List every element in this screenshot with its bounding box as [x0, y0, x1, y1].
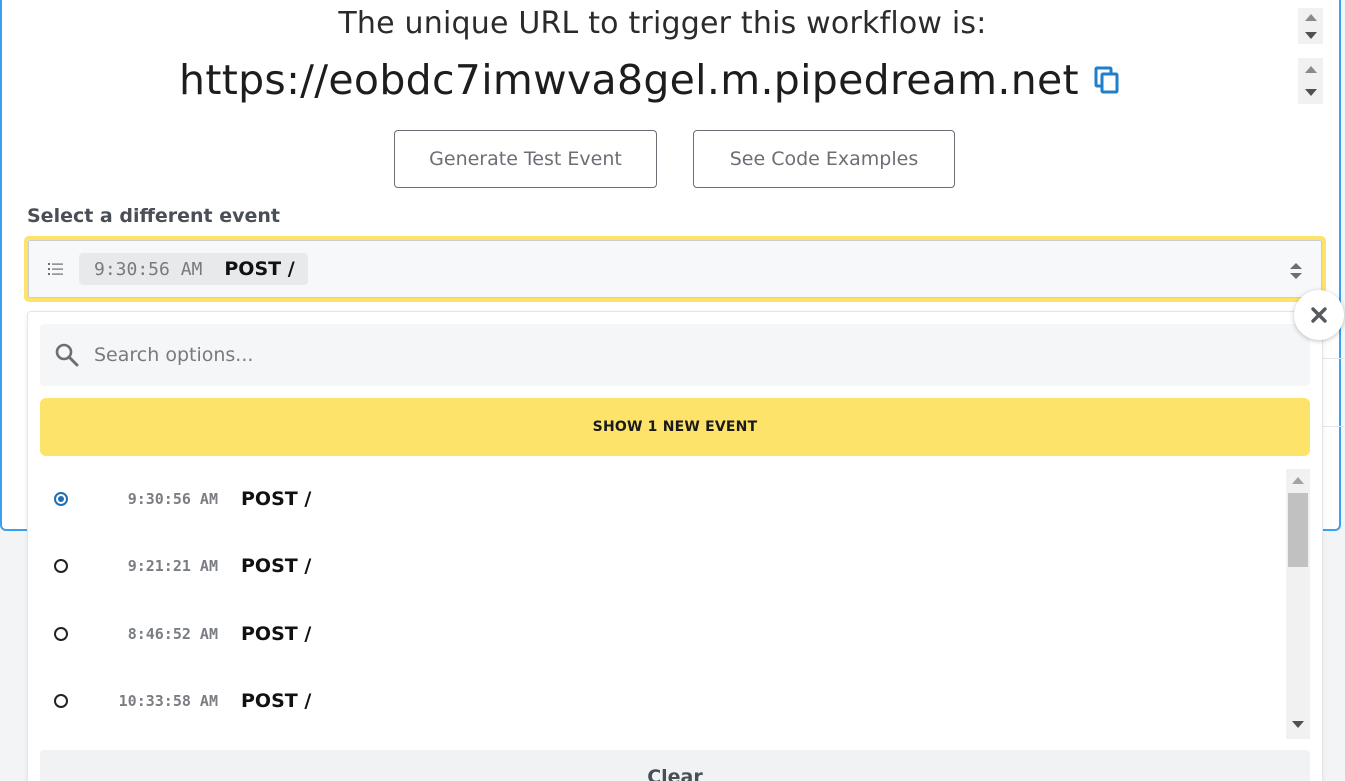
scrollbar-thumb[interactable]	[1288, 493, 1308, 567]
spinner-down-arrow-icon[interactable]	[1304, 89, 1317, 96]
trigger-url[interactable]: https://eobdc7imwva8gel.m.pipedream.net	[179, 56, 1079, 104]
event-radio[interactable]	[54, 694, 68, 709]
event-dropdown: SHOW 1 NEW EVENT 9:30:56 AM POST / 9:21:…	[27, 311, 1323, 781]
event-radio-selected[interactable]	[54, 491, 68, 506]
list-icon	[47, 261, 65, 277]
event-route: POST /	[241, 555, 312, 578]
close-button[interactable]	[1294, 290, 1344, 340]
selected-event-route: POST /	[224, 258, 295, 280]
url-row: https://eobdc7imwva8gel.m.pipedream.net	[0, 56, 1300, 104]
url-spinner-top[interactable]	[1298, 8, 1323, 44]
generate-test-event-button[interactable]: Generate Test Event	[394, 130, 657, 188]
clear-button[interactable]: Clear	[40, 750, 1310, 781]
event-route: POST /	[241, 690, 312, 713]
event-route: POST /	[241, 622, 312, 645]
show-new-event-button[interactable]: SHOW 1 NEW EVENT	[40, 398, 1310, 456]
event-list: 9:30:56 AM POST / 9:21:21 AM POST / 8:46…	[28, 465, 1284, 735]
event-radio[interactable]	[54, 626, 68, 641]
event-option[interactable]: 9:30:56 AM POST /	[28, 465, 1284, 533]
event-select-label: Select a different event	[27, 205, 281, 227]
search-bar[interactable]	[40, 324, 1310, 386]
search-input[interactable]	[92, 343, 1310, 367]
spinner-up-arrow-icon[interactable]	[1304, 66, 1317, 73]
event-select-control[interactable]: 9:30:56 AM POST /	[28, 240, 1322, 298]
url-spinner-bottom[interactable]	[1298, 58, 1323, 104]
event-time: 8:46:52 AM	[127, 624, 218, 643]
clear-button-label: Clear	[647, 766, 703, 781]
spinner-up-arrow-icon[interactable]	[1304, 13, 1317, 21]
event-list-scrollbar[interactable]	[1286, 469, 1310, 739]
event-time: 9:30:56 AM	[127, 489, 218, 508]
search-icon	[54, 342, 80, 368]
scroll-up-arrow-icon[interactable]	[1292, 477, 1304, 484]
selected-event-chip: 9:30:56 AM POST /	[79, 253, 308, 285]
event-route: POST /	[241, 487, 312, 510]
copy-icon[interactable]	[1093, 65, 1121, 95]
scroll-down-arrow-icon[interactable]	[1292, 721, 1304, 728]
event-select[interactable]: 9:30:56 AM POST /	[24, 236, 1326, 302]
page: The unique URL to trigger this workflow …	[0, 0, 1345, 781]
selected-event-time: 9:30:56 AM	[94, 258, 203, 280]
event-radio[interactable]	[54, 559, 68, 574]
divider	[1322, 426, 1344, 427]
event-option[interactable]: 9:21:21 AM POST /	[28, 533, 1284, 601]
divider	[1322, 358, 1344, 359]
event-option[interactable]: 10:33:58 AM POST /	[28, 668, 1284, 736]
trigger-headline: The unique URL to trigger this workflow …	[338, 6, 987, 41]
close-icon	[1311, 307, 1327, 323]
event-option[interactable]: 8:46:52 AM POST /	[28, 600, 1284, 668]
event-time: 10:33:58 AM	[118, 692, 218, 711]
spinner-down-arrow-icon[interactable]	[1304, 31, 1317, 39]
sort-arrows-icon[interactable]	[1289, 261, 1303, 281]
see-code-examples-button[interactable]: See Code Examples	[693, 130, 955, 188]
event-time: 9:21:21 AM	[127, 557, 218, 576]
